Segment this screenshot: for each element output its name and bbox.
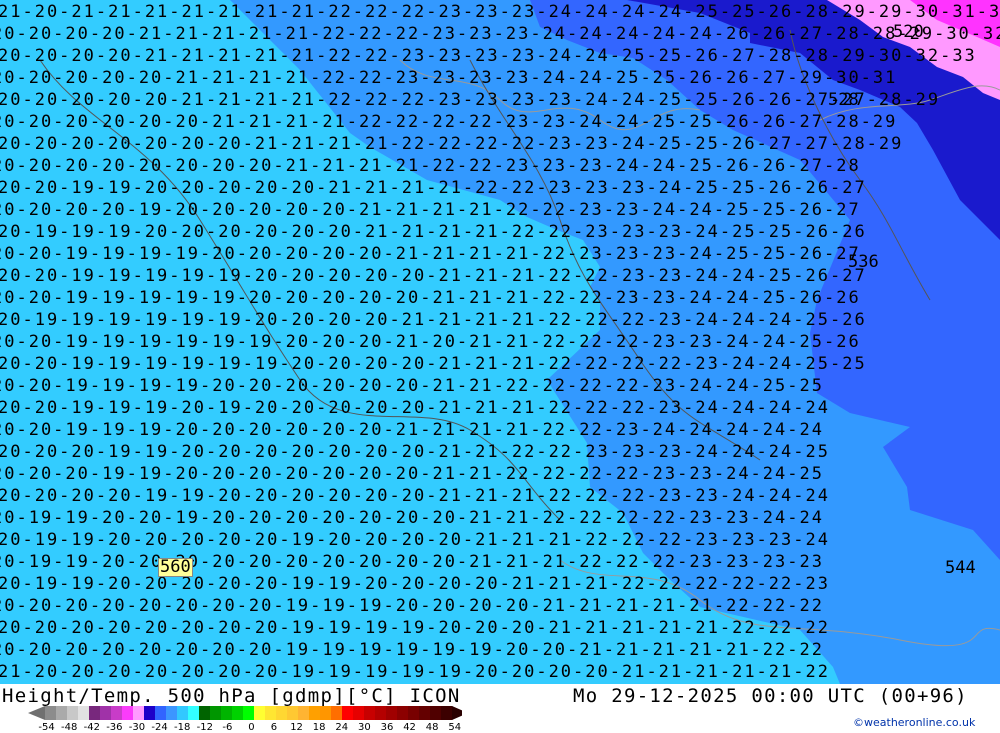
legend-tick-label: -36: [106, 722, 123, 733]
contour-label-row: 20-20-20-20-20-21-21-21-21-22-22-22-23-2…: [0, 90, 941, 110]
legend-swatch: [177, 706, 189, 720]
legend-tick-label: 0: [248, 722, 255, 733]
legend-swatch: [188, 706, 200, 720]
legend-swatch: [232, 706, 244, 720]
copyright-link[interactable]: ©weatheronline.co.uk: [853, 716, 975, 729]
legend-swatch: [397, 706, 409, 720]
contour-label-row: 20-20-20-20-20-20-20-20-19-19-19-19-19-1…: [0, 640, 824, 660]
legend-swatch: [133, 706, 145, 720]
contour-label-row: 20-20-20-19-19-20-20-20-20-20-20-20-21-2…: [0, 442, 830, 462]
legend-tick-label: 18: [312, 722, 326, 733]
legend-swatch: [166, 706, 178, 720]
legend-tick-label: -48: [61, 722, 78, 733]
legend-tick-label: -18: [174, 722, 191, 733]
contour-label-row: 20-20-19-19-19-20-19-20-20-20-20-20-21-2…: [0, 398, 830, 418]
legend-swatch: [210, 706, 222, 720]
legend-swatch: [364, 706, 376, 720]
contour-label-row: 20-20-20-20-19-20-20-20-20-20-21-21-21-2…: [0, 200, 861, 220]
legend-swatch: [221, 706, 233, 720]
legend-swatch: [265, 706, 277, 720]
legend-tick-label: -24: [151, 722, 168, 733]
legend-swatch: [375, 706, 387, 720]
contour-label-row: 20-20-20-19-19-20-20-20-20-20-20-20-21-2…: [0, 464, 824, 484]
legend-tick-label: 12: [290, 722, 303, 733]
legend-swatch: [243, 706, 255, 720]
weather-map: 21-20-21-21-21-21-21-21-21-22-22-22-23-2…: [0, 0, 1000, 684]
legend-swatch: [89, 706, 101, 720]
map-title: Height/Temp. 500 hPa [gdmp][°C] ICON: [2, 685, 461, 707]
legend-swatch: [100, 706, 112, 720]
legend-swatch: [419, 706, 431, 720]
contour-label-row: 20-19-19-20-20-20-20-20-19-19-20-20-20-2…: [0, 574, 830, 594]
legend-arrow-low: [28, 706, 45, 720]
legend-swatch: [287, 706, 299, 720]
contour-label-row: 20-20-20-20-20-20-20-20-19-19-19-20-20-2…: [0, 596, 824, 616]
legend-tick-label: 54: [448, 722, 462, 733]
legend-swatch: [111, 706, 123, 720]
legend-tick-label: -30: [128, 722, 146, 733]
contour-label-row: 20-20-20-20-20-21-21-21-21-22-22-23-23-2…: [0, 68, 898, 88]
legend-swatch: [122, 706, 134, 720]
contour-label-row: 20-19-19-20-20-19-20-20-20-20-20-20-20-2…: [0, 508, 824, 528]
contour-label-row: 20-20-20-20-20-20-20-20-19-19-19-19-20-2…: [0, 618, 830, 638]
contour-label-row: 20-20-19-19-19-19-20-20-20-20-20-21-21-2…: [0, 244, 861, 264]
legend-tick-label: -42: [83, 722, 100, 733]
legend-swatch: [67, 706, 79, 720]
contour-label-row: 21-20-20-20-20-20-20-20-19-19-19-19-19-2…: [0, 662, 830, 682]
height-label-536: 536: [848, 252, 879, 272]
valid-datetime: Mo 29-12-2025 00:00 UTC (00+96): [573, 685, 968, 707]
contour-label-row: 20-20-20-20-20-20-20-21-21-21-21-22-22-2…: [0, 134, 904, 154]
legend-tick-label: 36: [380, 722, 394, 733]
contour-label-row: 20-20-19-19-19-19-19-19-20-20-20-21-20-2…: [0, 332, 861, 352]
legend-swatch: [298, 706, 310, 720]
contour-label-row: 20-19-19-20-20-20-20-20-20-20-20-20-20-2…: [0, 552, 824, 572]
legend-tick-label: 24: [335, 722, 349, 733]
legend-swatch: [144, 706, 156, 720]
height-label-560: 560: [158, 557, 193, 577]
legend-swatch: [342, 706, 354, 720]
legend-tick-label: 48: [425, 722, 439, 733]
legend-swatch: [309, 706, 321, 720]
legend-swatch: [199, 706, 211, 720]
height-label-520: 520: [893, 22, 924, 42]
contour-label-row: 20-19-19-19-19-19-19-20-20-20-20-21-21-2…: [0, 310, 867, 330]
legend-tick-label: 6: [270, 722, 278, 733]
legend-swatch: [430, 706, 442, 720]
color-scale-legend: [28, 706, 462, 720]
contour-label-row: 20-20-20-20-21-21-21-21-21-22-22-22-23-2…: [0, 24, 1000, 44]
legend-arrow-high: [452, 706, 462, 720]
legend-tick-label: 30: [358, 722, 371, 733]
contour-label-row: 20-20-19-19-19-19-20-20-20-20-20-20-21-2…: [0, 376, 824, 396]
legend-swatch: [254, 706, 266, 720]
legend-swatch: [408, 706, 420, 720]
legend-swatch: [155, 706, 167, 720]
contour-label-row: 20-20-19-19-19-20-20-20-20-20-20-21-21-2…: [0, 420, 824, 440]
legend-swatch: [45, 706, 57, 720]
contour-label-row: 20-20-20-20-19-19-20-20-20-20-20-20-21-2…: [0, 486, 830, 506]
height-label-528: 528: [828, 90, 859, 110]
legend-swatch: [441, 706, 453, 720]
contour-label-row: 20-20-20-20-20-20-21-21-21-21-22-22-22-2…: [0, 112, 898, 132]
contour-label-row: 20-20-20-20-21-21-21-21-21-22-22-23-23-2…: [0, 46, 977, 66]
legend-swatch: [353, 706, 365, 720]
contour-label-row: 20-20-19-19-19-19-19-19-20-20-20-20-21-2…: [0, 354, 867, 374]
contour-label-row: 20-20-20-20-20-20-20-20-21-21-21-21-22-2…: [0, 156, 861, 176]
legend-swatch: [331, 706, 343, 720]
legend-swatch: [276, 706, 288, 720]
legend-tick-label: 42: [403, 722, 416, 733]
legend-swatch: [78, 706, 90, 720]
contour-label-row: 20-19-19-20-20-20-20-20-19-20-20-20-20-2…: [0, 530, 830, 550]
contour-label-row: 20-20-19-19-19-19-19-20-20-20-20-20-21-2…: [0, 266, 867, 286]
contour-label-row: 21-20-21-21-21-21-21-21-21-22-22-22-23-2…: [0, 2, 1000, 22]
height-label-544: 544: [945, 558, 976, 578]
legend-tick-label: -54: [38, 722, 55, 733]
legend-tick-label: -12: [196, 722, 213, 733]
legend-tick-label: -6: [222, 722, 233, 733]
legend-swatch: [56, 706, 68, 720]
contour-label-row: 20-20-19-19-19-19-19-20-20-20-20-20-21-2…: [0, 288, 861, 308]
legend-swatch: [320, 706, 332, 720]
contour-label-row: 20-19-19-19-20-20-20-20-20-20-21-21-21-2…: [0, 222, 867, 242]
contour-label-row: 20-20-19-19-20-20-20-20-20-21-21-21-21-2…: [0, 178, 867, 198]
legend-swatch: [386, 706, 398, 720]
